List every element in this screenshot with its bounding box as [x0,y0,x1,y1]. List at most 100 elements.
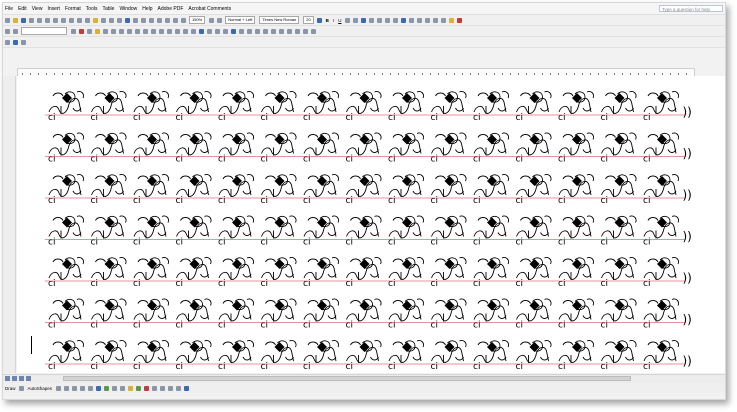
print-icon[interactable] [44,17,50,23]
shading-icon[interactable] [94,28,100,34]
line-color-icon[interactable] [135,385,141,391]
3d-style-icon[interactable] [183,385,189,391]
numbering-icon[interactable] [408,17,414,23]
3d-icon[interactable] [254,28,260,34]
merge-cells-icon[interactable] [110,28,116,34]
document-page[interactable]: ci ci ci ci ci ci ci ci ci ci ci ci ci ci ci)) ci ci ci ci… [17,76,725,373]
picture-tool-icon[interactable] [119,385,125,391]
permission-icon[interactable] [28,17,34,23]
menu-file[interactable]: File [5,6,13,12]
line-spacing-icon[interactable] [384,17,390,23]
help-question-input[interactable]: Type a question for help [659,5,723,12]
columns-icon[interactable] [156,17,162,23]
hyperlink-icon[interactable] [124,17,130,23]
format-picture-icon[interactable] [302,28,308,34]
print-preview-icon[interactable] [52,17,58,23]
menu-acrobat-comments[interactable]: Acrobat Comments [188,6,231,12]
underline-icon[interactable]: U [338,18,341,23]
research-icon[interactable] [68,17,74,23]
align-right-icon[interactable] [360,17,366,23]
outline-view-icon[interactable] [26,376,31,381]
picture-icon[interactable] [206,28,212,34]
font-select[interactable]: Times New Roman [259,16,300,24]
bold-icon[interactable]: B [326,18,329,23]
text-field-icon[interactable] [12,39,18,45]
shadow-style-icon[interactable] [175,385,181,391]
style-select[interactable]: Normal + Left [225,16,256,24]
web-view-icon[interactable] [12,376,17,381]
rectangle-tool-icon[interactable] [71,385,77,391]
scroll-thumb[interactable] [63,376,631,381]
wordart-tool-icon[interactable] [95,385,101,391]
fill-color-icon[interactable] [127,385,133,391]
read-icon[interactable] [208,17,214,23]
highlight-icon[interactable] [448,17,454,23]
crop-icon[interactable] [270,28,276,34]
print-view-icon[interactable] [19,376,24,381]
decrease-indent-icon[interactable] [424,17,430,23]
menu-view[interactable]: View [32,6,43,12]
drawing-icon[interactable] [164,17,170,23]
clipart-tool-icon[interactable] [111,385,117,391]
justify-icon[interactable] [368,17,374,23]
tables-borders-icon[interactable] [132,17,138,23]
menu-adobe-pdf[interactable]: Adobe PDF [158,6,184,12]
paste-icon[interactable] [92,17,98,23]
align-left-icon[interactable] [344,17,350,23]
eraser-icon[interactable] [12,28,18,34]
select-icon[interactable] [230,28,236,34]
line-weight-icon[interactable] [70,28,76,34]
wordart-icon[interactable] [190,28,196,34]
insert-table-icon[interactable] [140,17,146,23]
arrow-style-icon[interactable] [167,385,173,391]
line-style-icon[interactable] [151,385,157,391]
oval-tool-icon[interactable] [79,385,85,391]
rtl-icon[interactable] [400,17,406,23]
distributed-icon[interactable] [376,17,382,23]
menu-help[interactable]: Help [142,6,152,12]
char-scale-icon[interactable] [317,17,323,23]
distribute-cols-icon[interactable] [142,28,148,34]
border-color-icon[interactable] [78,28,84,34]
text-box-icon[interactable] [198,28,204,34]
rotate-icon[interactable] [238,28,244,34]
document-map-icon[interactable] [172,17,178,23]
textbox-tool-icon[interactable] [87,385,93,391]
forms-icon[interactable] [4,39,10,45]
font-color-icon[interactable] [456,17,462,23]
sort-desc-icon[interactable] [174,28,180,34]
compress-icon[interactable] [278,28,284,34]
zoom-select[interactable]: 150% [189,16,206,24]
split-cells-icon[interactable] [118,28,124,34]
insert-table-2-icon[interactable] [102,28,108,34]
redo-icon[interactable] [116,17,122,23]
line-icon[interactable] [214,28,220,34]
rectangle-icon[interactable] [222,28,228,34]
text-wrap-icon[interactable] [262,28,268,34]
save-icon[interactable] [20,17,26,23]
spelling-icon[interactable] [60,17,66,23]
sort-asc-icon[interactable] [166,28,172,34]
align-cells-icon[interactable] [126,28,132,34]
font-size-select[interactable]: 20 [303,16,314,24]
autosum-icon[interactable] [182,28,188,34]
reset-picture-icon[interactable] [310,28,316,34]
show-hide-icon[interactable] [180,17,186,23]
checkbox-field-icon[interactable] [20,39,26,45]
draw-menu[interactable]: Draw [5,386,16,391]
font-color-draw-icon[interactable] [143,385,149,391]
increase-indent-icon[interactable] [432,17,438,23]
ltr-icon[interactable] [392,17,398,23]
distribute-rows-icon[interactable] [134,28,140,34]
autoformat-icon[interactable] [150,28,156,34]
border-icon[interactable] [86,28,92,34]
undo-icon[interactable] [108,17,114,23]
format-painter-icon[interactable] [100,17,106,23]
styles-icon[interactable] [216,17,222,23]
arrow-tool-icon[interactable] [63,385,69,391]
diagram-tool-icon[interactable] [103,385,109,391]
normal-view-icon[interactable] [5,376,10,381]
brightness-icon[interactable] [294,28,300,34]
insert-excel-icon[interactable] [148,17,154,23]
align-center-icon[interactable] [352,17,358,23]
